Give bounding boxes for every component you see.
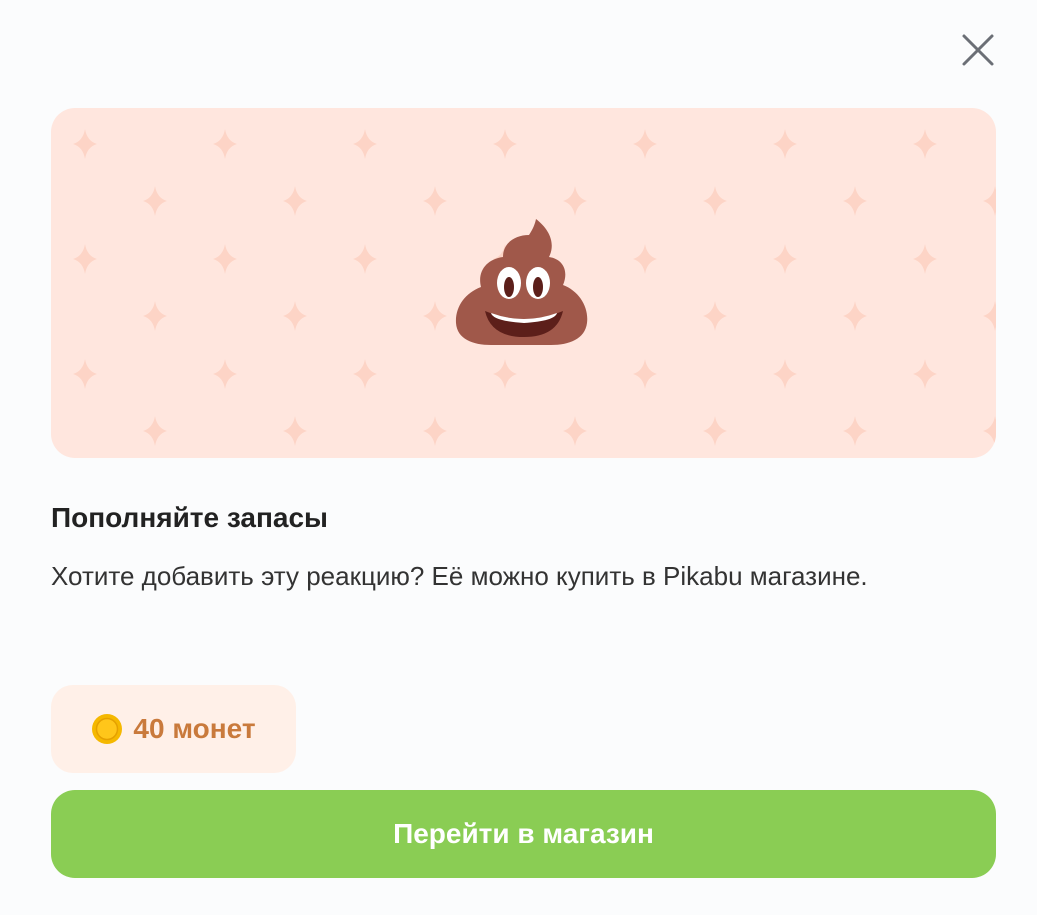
close-button[interactable] (958, 30, 998, 70)
price-label: 40 монет (133, 713, 256, 744)
go-to-shop-button[interactable]: Перейти в магазин (51, 790, 996, 878)
coin-icon (92, 714, 123, 744)
pile-of-poo-emoji-icon (455, 219, 588, 345)
price-badge: 40 монет (51, 685, 296, 773)
close-icon (962, 34, 994, 66)
dialog-description: Хотите добавить эту реакцию? Её можно ку… (51, 561, 868, 591)
dialog-title: Пополняйте запасы (51, 502, 328, 533)
reaction-purchase-dialog: Пополняйте запасы Хотите добавить эту ре… (0, 0, 1037, 915)
reaction-banner (51, 108, 996, 458)
